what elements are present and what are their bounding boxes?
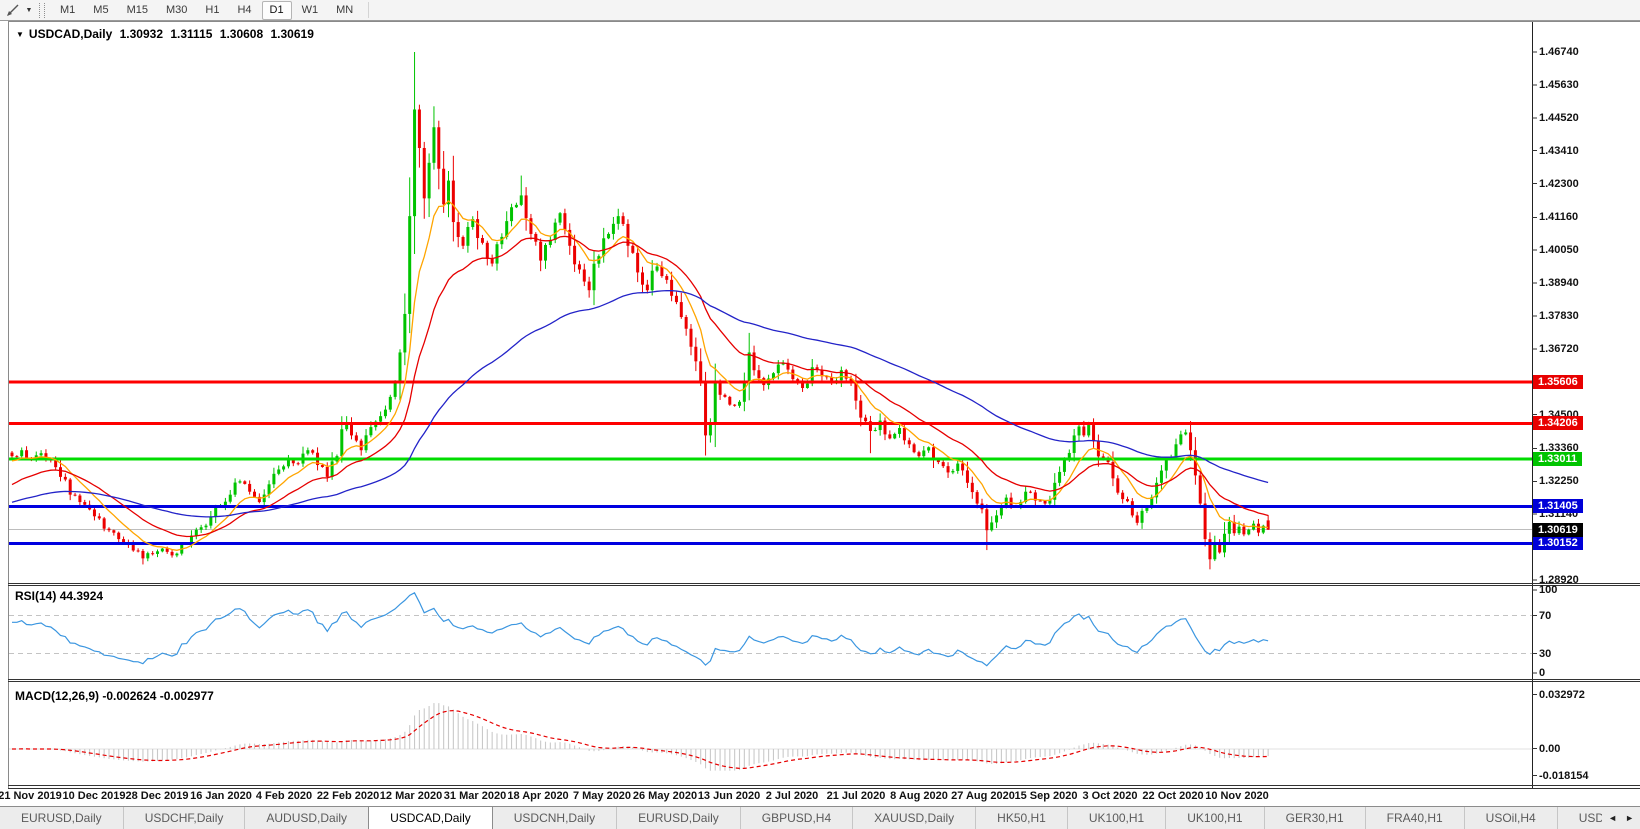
date-label: 15 Sep 2020 xyxy=(1014,790,1078,802)
chart-tab[interactable]: USOil,H4 xyxy=(1463,807,1557,829)
date-label: 8 Aug 2020 xyxy=(890,790,948,802)
date-label: 21 Jul 2020 xyxy=(826,790,886,802)
chart-tab[interactable]: HK50,H1 xyxy=(975,807,1067,829)
mt4-terminal: { "toolbar": { "timeframes": ["M1","M5",… xyxy=(0,0,1640,829)
chart-tab[interactable]: AUDUSD,Daily xyxy=(244,807,368,829)
timeframe-button-W1[interactable]: W1 xyxy=(294,1,327,20)
macd-tick-label: 0.00 xyxy=(1539,742,1561,755)
toolbar-separator xyxy=(368,2,370,18)
date-label: 3 Oct 2020 xyxy=(1082,790,1138,802)
current-price-badge: 1.30619 xyxy=(1533,523,1583,537)
price-tick-label: 1.43410 xyxy=(1539,145,1579,157)
date-label: 2 Jul 2020 xyxy=(765,790,819,802)
timeframe-button-M15[interactable]: M15 xyxy=(119,1,156,20)
date-label: 7 May 2020 xyxy=(572,790,632,802)
timeframe-button-M1[interactable]: M1 xyxy=(52,1,83,20)
tab-scroll-arrows: ◄ ► xyxy=(1602,807,1640,829)
price-level-badge: 1.33011 xyxy=(1533,452,1583,466)
date-label: 27 Aug 2020 xyxy=(951,790,1015,802)
chart-tab[interactable]: USDCHF,Daily xyxy=(122,807,245,829)
timeframe-buttons: M1 M5 M15 M30 H1 H4 D1 W1 MN xyxy=(51,0,362,20)
date-label: 26 May 2020 xyxy=(632,790,698,802)
date-label: 10 Dec 2019 xyxy=(62,790,126,802)
rsi-tick-label: 30 xyxy=(1539,647,1552,660)
ohlc-low: 1.30608 xyxy=(219,27,264,41)
timeframe-button-H1[interactable]: H1 xyxy=(197,1,227,20)
chart-title: ▼ USDCAD,Daily 1.30932 1.31115 1.30608 1.… xyxy=(16,27,318,41)
symbol-label: USDCAD,Daily xyxy=(28,27,113,41)
price-level-badge: 1.34206 xyxy=(1533,416,1583,430)
timeframe-button-H4[interactable]: H4 xyxy=(229,1,259,20)
rsi-label: RSI(14) 44.3924 xyxy=(15,589,104,603)
price-tick-label: 1.42300 xyxy=(1539,178,1579,190)
price-tick-label: 1.38940 xyxy=(1539,277,1579,289)
price-tick-label: 1.36720 xyxy=(1539,343,1579,355)
chart-tab-bar: EURUSD,Daily USDCHF,Daily AUDUSD,Daily USDC… xyxy=(0,806,1640,829)
price-tick-label: 1.46740 xyxy=(1539,46,1579,58)
date-label: 31 Mar 2020 xyxy=(443,790,507,802)
timeframe-toolbar: ▼ M1 M5 M15 M30 H1 H4 D1 W1 MN xyxy=(0,0,1640,21)
price-tick-label: 1.41160 xyxy=(1539,211,1579,223)
price-tick-label: 1.44520 xyxy=(1539,112,1579,124)
rsi-tick-label: 0 xyxy=(1539,667,1546,679)
symbol-marker-icon: ▼ xyxy=(16,30,24,39)
date-label: 21 Nov 2019 xyxy=(0,790,62,802)
price-tick-label: 1.40050 xyxy=(1539,244,1579,256)
date-label: 18 Apr 2020 xyxy=(507,790,569,802)
date-label: 22 Feb 2020 xyxy=(316,790,380,802)
rsi-tick-label: 70 xyxy=(1539,609,1552,622)
price-level-badge: 1.35606 xyxy=(1533,375,1583,389)
macd-tick-label: -0.018154 xyxy=(1539,769,1589,782)
ohlc-open: 1.30932 xyxy=(119,27,164,41)
macd-label: MACD(12,26,9) -0.002624 -0.002977 xyxy=(15,689,214,703)
chart-canvas[interactable] xyxy=(8,21,1640,789)
timeframe-button-D1[interactable]: D1 xyxy=(261,0,292,20)
chart-tab[interactable]: UK100,H1 xyxy=(1066,807,1165,829)
ohlc-high: 1.31115 xyxy=(170,27,213,41)
timeframe-button-M30[interactable]: M30 xyxy=(158,1,195,20)
date-label: 4 Feb 2020 xyxy=(255,790,313,802)
tab-scroll-right-icon[interactable]: ► xyxy=(1625,813,1634,823)
date-label: 16 Jan 2020 xyxy=(190,790,252,802)
tab-scroll-left-icon[interactable]: ◄ xyxy=(1608,813,1617,823)
chart-tab[interactable]: FRA40,H1 xyxy=(1364,807,1464,829)
date-label: 28 Dec 2019 xyxy=(125,790,189,802)
chart-tab[interactable]: XAUUSD,Daily xyxy=(852,807,975,829)
chart-tab[interactable]: UK100,H1 xyxy=(1165,807,1263,829)
chart-tab[interactable]: GBPUSD,H4 xyxy=(739,807,852,829)
toolbar-grip[interactable] xyxy=(39,2,45,18)
macd-tick-label: 0.032972 xyxy=(1539,688,1585,701)
chart-tab[interactable]: EURUSD,Daily xyxy=(616,807,740,829)
rsi-tick-label: 100 xyxy=(1539,584,1558,596)
price-tick-label: 1.45630 xyxy=(1539,79,1579,91)
date-label: 13 Jun 2020 xyxy=(697,790,761,802)
ohlc-close: 1.30619 xyxy=(270,27,314,41)
date-label: 22 Oct 2020 xyxy=(1142,790,1204,802)
chart-tab[interactable]: EURUSD,Daily xyxy=(0,807,123,829)
chart-tab[interactable]: USDCNH,Daily xyxy=(493,807,616,829)
price-level-badge: 1.31405 xyxy=(1533,499,1583,513)
line-studies-icon[interactable] xyxy=(3,2,23,19)
timeframe-button-M5[interactable]: M5 xyxy=(85,1,116,20)
price-level-badge: 1.30152 xyxy=(1533,536,1583,550)
chevron-down-icon[interactable]: ▼ xyxy=(23,7,35,14)
price-tick-label: 1.37830 xyxy=(1539,310,1579,322)
chart-tab[interactable]: GER30,H1 xyxy=(1263,807,1365,829)
chart-tab-active[interactable]: USDCAD,Daily xyxy=(368,807,493,829)
timeframe-button-MN[interactable]: MN xyxy=(328,1,361,20)
price-tick-label: 1.32250 xyxy=(1539,475,1579,487)
date-label: 12 Mar 2020 xyxy=(379,790,443,802)
date-label: 10 Nov 2020 xyxy=(1205,790,1269,802)
